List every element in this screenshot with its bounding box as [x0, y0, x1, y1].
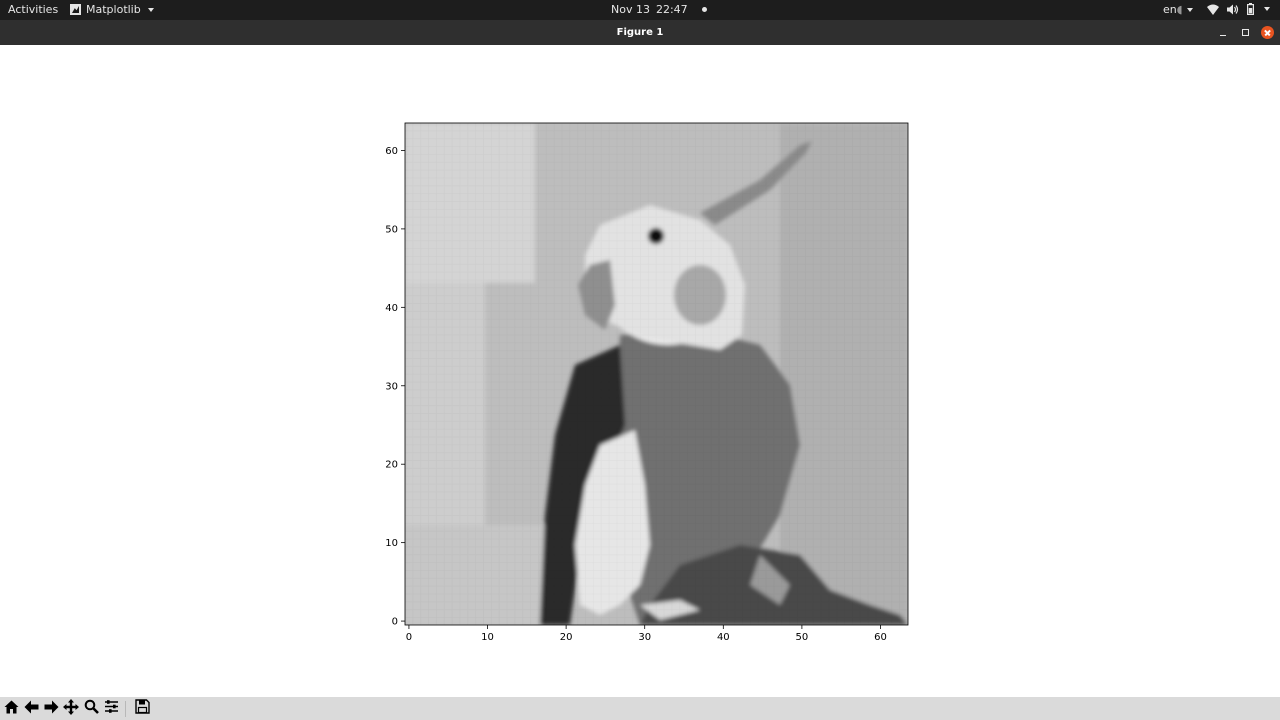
- wifi-icon: [1207, 4, 1219, 15]
- pan-icon: [63, 698, 79, 719]
- system-tray[interactable]: [1207, 3, 1270, 15]
- matplotlib-app-icon: [70, 4, 81, 15]
- back-button[interactable]: [22, 700, 40, 718]
- x-tick-label: 20: [560, 632, 573, 643]
- window-title: Figure 1: [616, 27, 664, 38]
- y-tick-label: 30: [385, 381, 398, 392]
- image-plot: 0 10 20 30 40 50 60 0 10 20 30 40 50 60: [385, 122, 909, 643]
- y-tick-label: 50: [385, 224, 398, 235]
- x-axis: 0 10 20 30 40 50 60: [406, 625, 887, 643]
- close-button[interactable]: [1261, 26, 1274, 39]
- clock-time: 22:47: [655, 3, 688, 16]
- pan-button[interactable]: [62, 698, 80, 719]
- x-tick-label: 10: [481, 632, 494, 643]
- language-label: en: [1163, 3, 1177, 16]
- configure-subplots-icon: [104, 699, 119, 718]
- forward-button[interactable]: [42, 700, 60, 718]
- save-icon: [134, 699, 150, 718]
- chevron-down-icon: [147, 7, 154, 12]
- minimize-button[interactable]: [1216, 26, 1229, 39]
- y-tick-label: 0: [392, 617, 398, 628]
- y-tick-label: 40: [385, 303, 398, 314]
- window-title-bar[interactable]: Figure 1: [0, 20, 1280, 45]
- figure-canvas[interactable]: 0 10 20 30 40 50 60 0 10 20 30 40 50 60: [0, 45, 1280, 697]
- chevron-down-icon: [1264, 7, 1270, 11]
- home-button[interactable]: [2, 700, 20, 718]
- y-tick-label: 60: [385, 146, 398, 157]
- x-tick-label: 50: [796, 632, 809, 643]
- battery-icon: [1247, 3, 1254, 15]
- x-tick-label: 30: [638, 632, 651, 643]
- system-top-bar: Activities Matplotlib Nov 13 22:47 en ◖: [0, 0, 1280, 20]
- clock[interactable]: Nov 13 22:47: [611, 3, 707, 16]
- pixel-grid: [405, 123, 908, 625]
- y-axis: 0 10 20 30 40 50 60: [385, 146, 405, 628]
- toolbar-separator: [125, 700, 126, 717]
- clock-date: Nov 13: [611, 3, 650, 16]
- chevron-down-icon: [1186, 7, 1193, 12]
- x-tick-label: 60: [874, 632, 887, 643]
- back-icon: [24, 699, 39, 718]
- x-tick-label: 40: [717, 632, 730, 643]
- save-button[interactable]: [133, 699, 151, 718]
- app-menu-label: Matplotlib: [86, 3, 141, 16]
- zoom-icon: [84, 699, 99, 718]
- volume-icon: [1227, 4, 1239, 15]
- forward-icon: [44, 699, 59, 718]
- navigation-toolbar: [0, 697, 1280, 720]
- grayscale-image: [405, 123, 908, 625]
- home-icon: [4, 699, 19, 718]
- y-tick-label: 20: [385, 460, 398, 471]
- input-language-menu[interactable]: en ◖: [1163, 3, 1193, 16]
- maximize-button[interactable]: [1239, 26, 1252, 39]
- configure-subplots-button[interactable]: [102, 700, 120, 718]
- x-tick-label: 0: [406, 632, 412, 643]
- y-tick-label: 10: [385, 538, 398, 549]
- app-menu[interactable]: Matplotlib: [70, 3, 154, 16]
- zoom-button[interactable]: [82, 699, 100, 718]
- notification-dot-icon: [701, 7, 707, 12]
- activities-button[interactable]: Activities: [8, 3, 58, 16]
